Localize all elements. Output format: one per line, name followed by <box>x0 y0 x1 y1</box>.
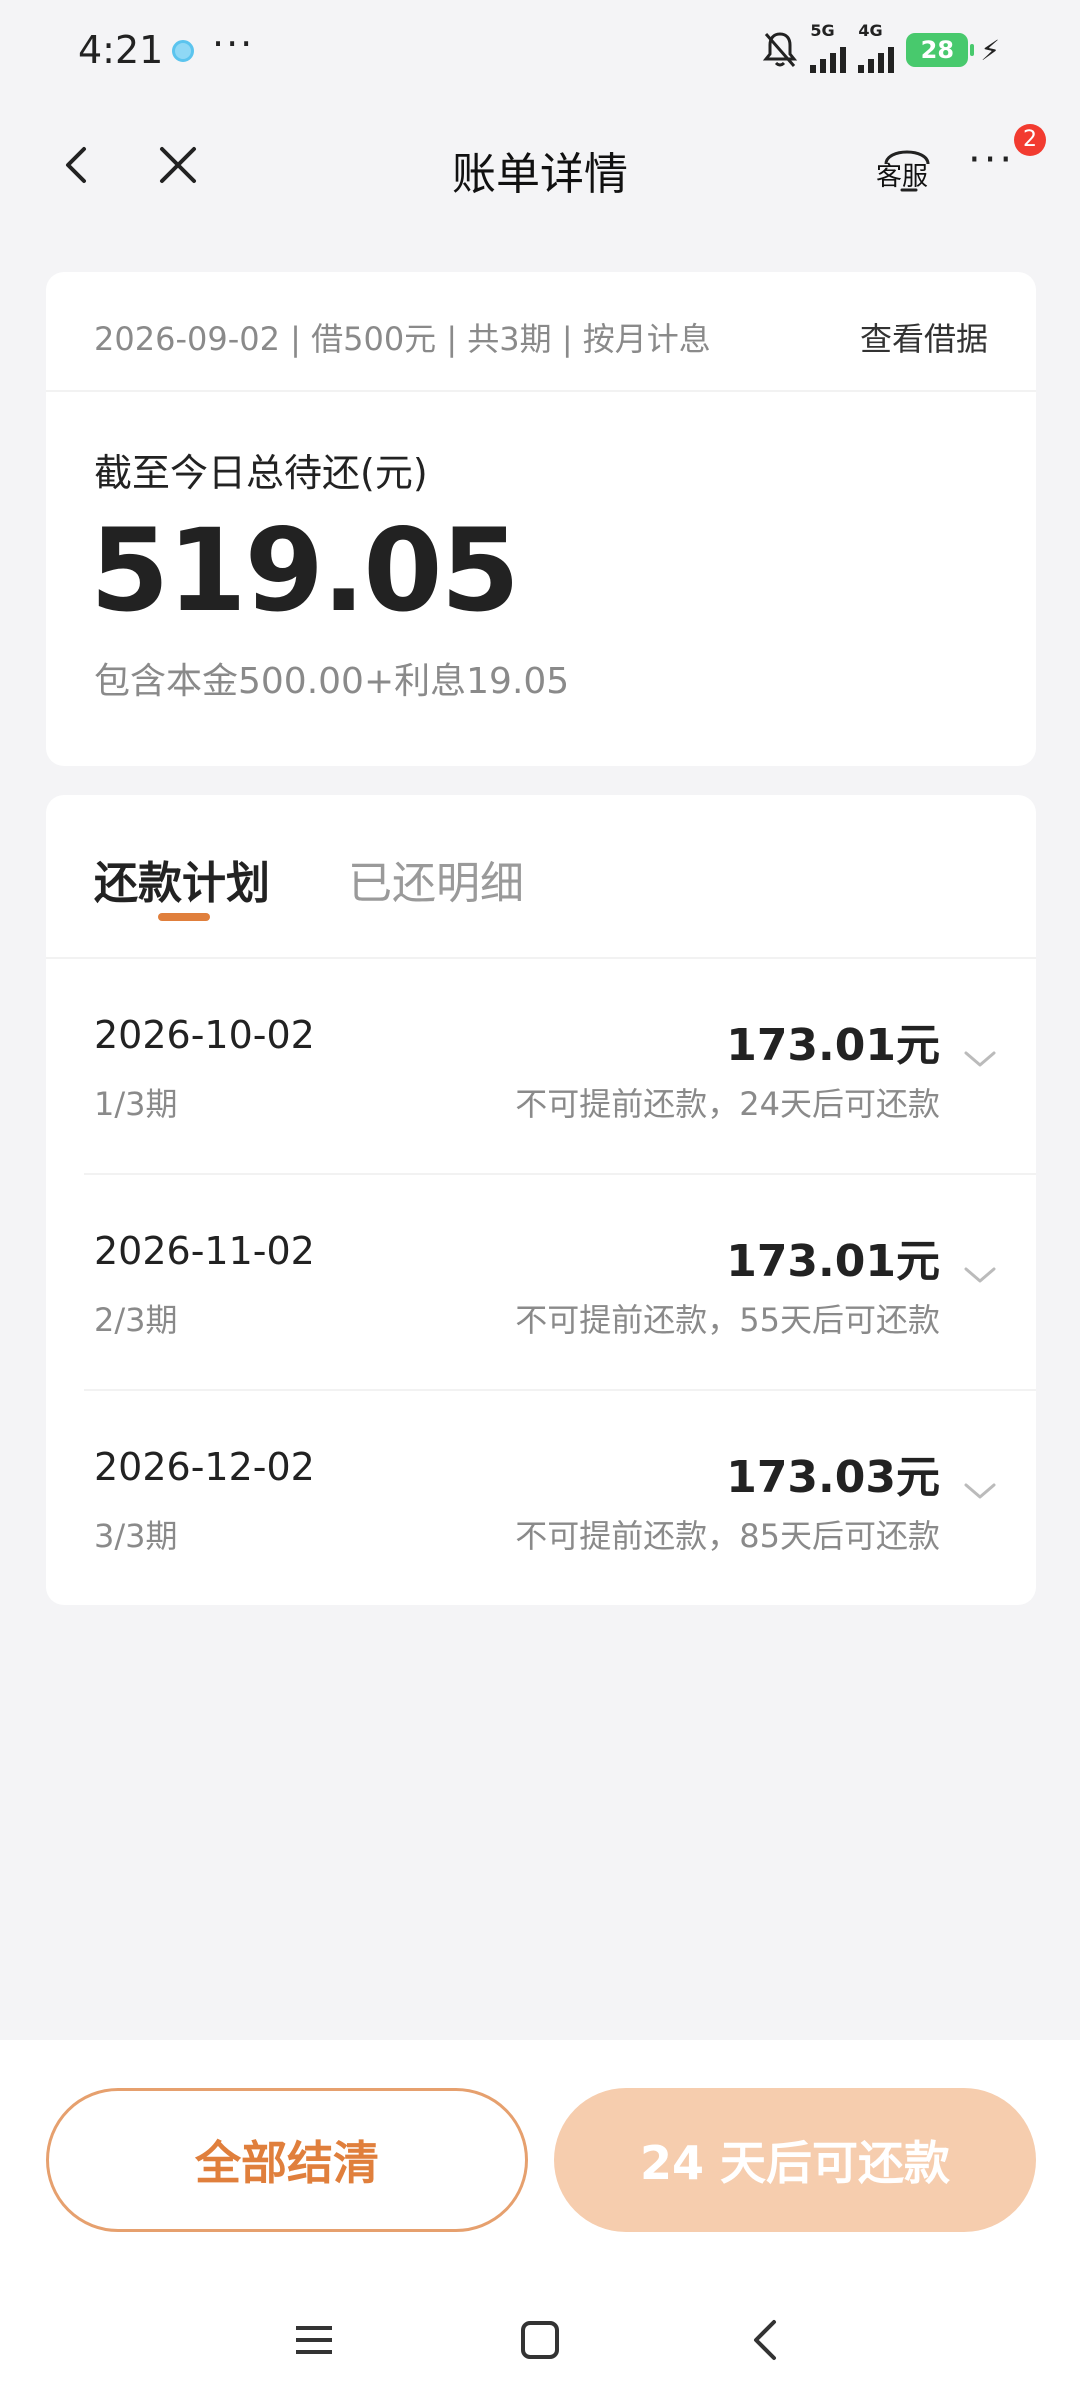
signal-4g-label: 4G <box>858 21 883 40</box>
chevron-down-icon[interactable] <box>960 1045 1000 1075</box>
installment-date: 2026-12-02 <box>94 1445 315 1489</box>
tab-repayment-plan[interactable]: 还款计划 <box>94 847 270 911</box>
status-bar: 4:21 ··· 5G 4G 28 ⚡ <box>0 0 1080 100</box>
divider <box>46 390 1036 392</box>
repayment-plan-card: 还款计划 已还明细 2026-10-02 1/3期 173.01元 不可提前还款… <box>46 795 1036 1605</box>
repay-button[interactable]: 24 天后可还款 <box>554 2088 1036 2232</box>
installment-date: 2026-10-02 <box>94 1013 315 1057</box>
signal-4g-icon: 4G <box>858 21 895 73</box>
installment-date: 2026-11-02 <box>94 1229 315 1273</box>
status-more-icon: ··· <box>212 22 255 66</box>
nav-bar: 账单详情 客服 ··· <box>0 110 1080 220</box>
installment-amount: 173.03元 <box>726 1452 940 1503</box>
loan-info: 2026-09-02 | 借500元 | 共3期 | 按月计息 <box>94 320 711 358</box>
tab-paid-details[interactable]: 已还明细 <box>348 847 524 911</box>
installment-note: 不可提前还款，55天后可还款 <box>515 1301 940 1339</box>
installment-amount: 173.01元 <box>726 1236 940 1287</box>
home-icon[interactable] <box>518 2318 562 2362</box>
installment-row[interactable]: 2026-12-02 3/3期 173.03元 不可提前还款，85天后可还款 <box>46 1391 1036 1607</box>
signal-5g-label: 5G <box>810 21 835 40</box>
bill-summary-card: 2026-09-02 | 借500元 | 共3期 | 按月计息 查看借据 截至今… <box>46 272 1036 766</box>
total-due-amount: 519.05 <box>90 504 520 637</box>
installment-period: 3/3期 <box>94 1517 178 1555</box>
installment-row[interactable]: 2026-11-02 2/3期 173.01元 不可提前还款，55天后可还款 <box>46 1175 1036 1391</box>
system-nav-bar <box>0 2280 1080 2400</box>
installment-amount: 173.01元 <box>726 1020 940 1071</box>
app-notification-icon <box>172 40 194 62</box>
bell-off-icon <box>762 30 798 70</box>
customer-service-label: 客服 <box>876 162 929 192</box>
chevron-down-icon[interactable] <box>960 1477 1000 1507</box>
installment-period: 2/3期 <box>94 1301 178 1339</box>
installment-period: 1/3期 <box>94 1085 178 1123</box>
notification-badge: 2 <box>1014 124 1046 156</box>
active-tab-indicator <box>158 913 210 921</box>
installment-note: 不可提前还款，24天后可还款 <box>515 1085 940 1123</box>
installment-row[interactable]: 2026-10-02 1/3期 173.01元 不可提前还款，24天后可还款 <box>46 959 1036 1175</box>
settle-all-button[interactable]: 全部结清 <box>46 2088 528 2232</box>
status-time: 4:21 <box>78 28 164 72</box>
signal-5g-icon: 5G <box>810 21 847 73</box>
view-contract-link[interactable]: 查看借据 <box>860 314 988 360</box>
system-back-icon[interactable] <box>744 2316 788 2364</box>
installment-note: 不可提前还款，85天后可还款 <box>515 1517 940 1555</box>
status-indicators: 5G 4G 28 ⚡ <box>762 21 1000 73</box>
menu-icon[interactable] <box>292 2320 336 2360</box>
chevron-down-icon[interactable] <box>960 1261 1000 1291</box>
battery-icon: 28 <box>906 33 975 67</box>
amount-breakdown: 包含本金500.00+利息19.05 <box>94 661 570 702</box>
charging-icon: ⚡ <box>980 33 1000 67</box>
customer-service-button[interactable]: 客服 <box>872 136 942 196</box>
total-due-label: 截至今日总待还(元) <box>94 451 428 495</box>
